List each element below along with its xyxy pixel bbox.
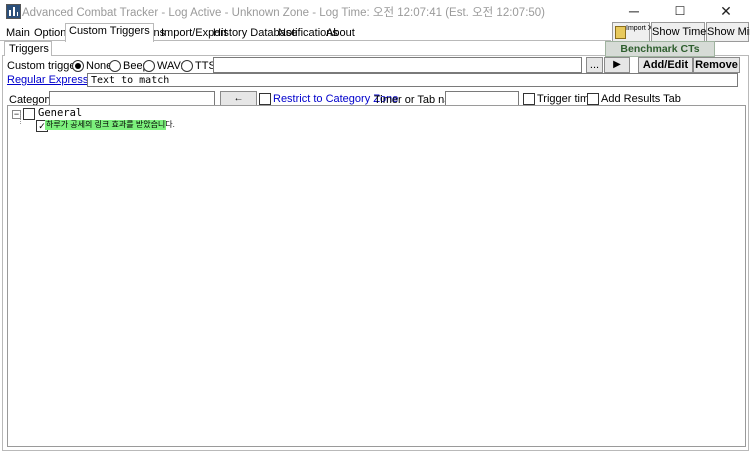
add-results-tab-label: Add Results Tab	[601, 93, 681, 105]
category-general-checkbox[interactable]	[23, 108, 35, 120]
radio-none[interactable]	[72, 60, 84, 72]
import-xml-button[interactable]: Import XML	[612, 22, 663, 42]
trigger-item-label[interactable]: 하루가 공세의 링크 효과를 받았습니다.	[46, 119, 175, 130]
radio-beep[interactable]	[109, 60, 121, 72]
trigger-timer-checkbox[interactable]	[523, 93, 535, 105]
radio-tts[interactable]	[181, 60, 193, 72]
restrict-zone-checkbox[interactable]	[259, 93, 271, 105]
zone-button[interactable]: ← Zone	[220, 91, 257, 118]
radio-wav-label: WAV:	[157, 60, 184, 72]
tab-main[interactable]: Main	[3, 26, 33, 41]
add-results-tab-checkbox[interactable]	[587, 93, 599, 105]
show-timers-button[interactable]: Show Timers	[651, 22, 716, 42]
remove-button[interactable]: Remove	[693, 57, 740, 73]
import-xml-label: Import XML	[626, 25, 663, 32]
custom-trigger-label: Custom trigger:	[7, 60, 83, 72]
tab-triggers[interactable]: Triggers	[4, 41, 52, 56]
sound-path-input[interactable]	[213, 57, 582, 73]
window-title: Advanced Combat Tracker - Log Active - U…	[22, 7, 546, 19]
trigger-tree[interactable]	[7, 105, 746, 447]
radio-wav[interactable]	[143, 60, 155, 72]
browse-button[interactable]: ...	[586, 57, 603, 73]
regex-input[interactable]: Text to match	[87, 73, 738, 87]
minimize-button[interactable]: ─	[611, 0, 657, 22]
tab-about[interactable]: About	[323, 26, 358, 41]
add-edit-button[interactable]: Add/Edit	[638, 57, 693, 73]
tab-custom-triggers[interactable]: Custom Triggers	[65, 23, 154, 42]
maximize-button[interactable]: ☐	[657, 0, 703, 22]
close-button[interactable]: ✕	[703, 0, 749, 22]
import-xml-icon	[615, 26, 626, 39]
act-app-icon	[6, 4, 21, 19]
show-mini-button[interactable]: Show Mini	[706, 22, 750, 42]
category-general-label[interactable]: General	[38, 107, 82, 119]
tree-connector	[20, 113, 22, 124]
benchmark-cts-button[interactable]: Benchmark CTs	[605, 41, 715, 57]
play-button[interactable]: ▶	[604, 57, 630, 73]
